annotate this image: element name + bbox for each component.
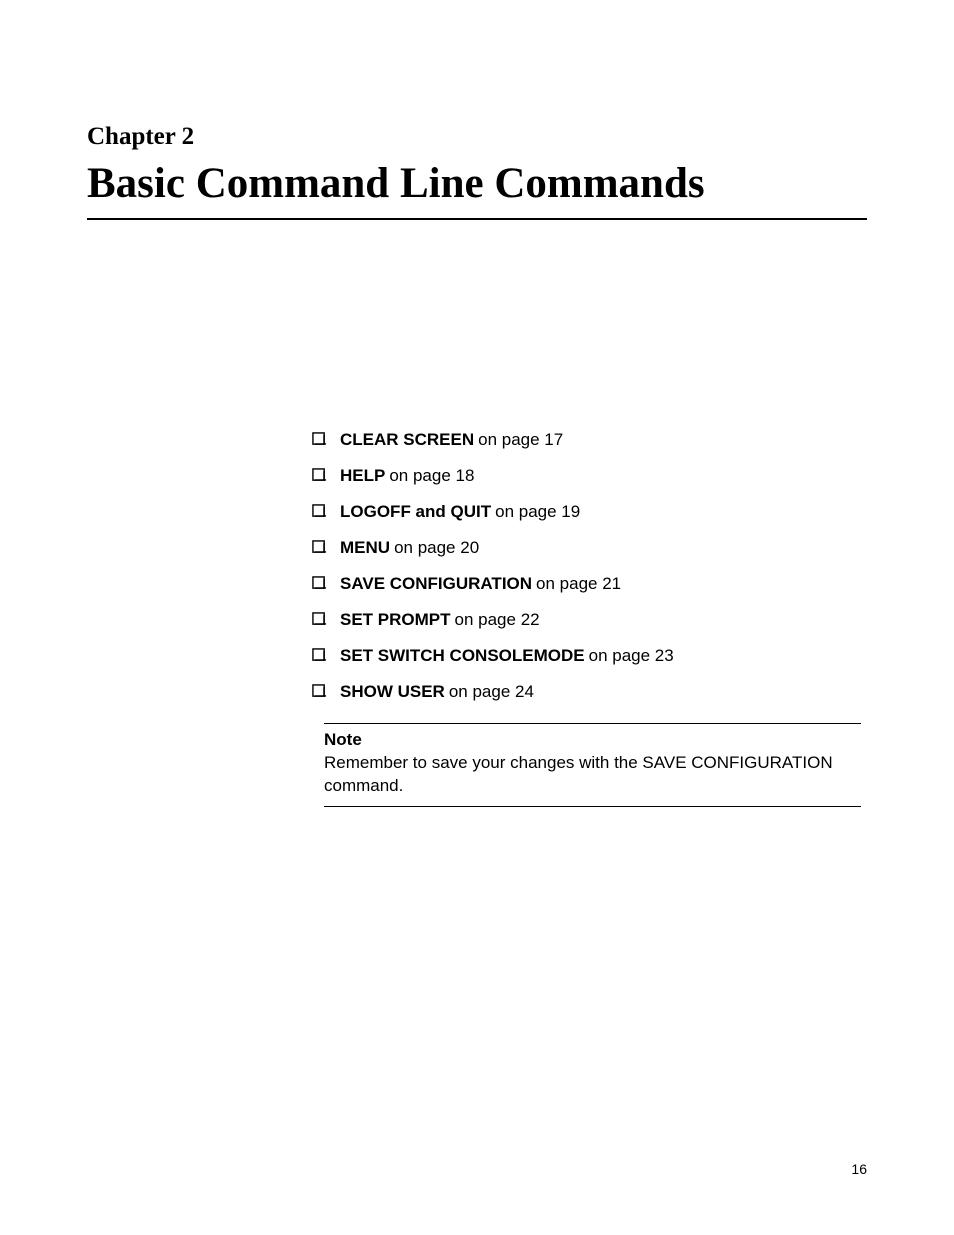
list-item: SAVE CONFIGURATIONon page 21: [312, 574, 867, 594]
page-number: 16: [851, 1161, 867, 1177]
chapter-label: Chapter 2: [87, 123, 867, 151]
checkbox-icon: [312, 504, 327, 519]
list-item: SHOW USERon page 24: [312, 682, 867, 702]
checkbox-icon: [312, 468, 327, 483]
list-item: CLEAR SCREENon page 17: [312, 430, 867, 450]
command-name: HELP: [340, 466, 385, 485]
checkbox-icon: [312, 648, 327, 663]
command-name: SET SWITCH CONSOLEMODE: [340, 646, 585, 665]
command-page: on page 17: [478, 430, 563, 449]
list-item: SET SWITCH CONSOLEMODEon page 23: [312, 646, 867, 666]
command-page: on page 21: [536, 574, 621, 593]
checkbox-icon: [312, 576, 327, 591]
list-item: SET PROMPTon page 22: [312, 610, 867, 630]
command-name: MENU: [340, 538, 390, 557]
command-name: SAVE CONFIGURATION: [340, 574, 532, 593]
page-container: Chapter 2 Basic Command Line Commands CL…: [0, 0, 954, 807]
command-page: on page 18: [389, 466, 474, 485]
command-name: LOGOFF and QUIT: [340, 502, 491, 521]
checkbox-icon: [312, 684, 327, 699]
note-body: Remember to save your changes with the S…: [324, 752, 861, 798]
list-item: LOGOFF and QUITon page 19: [312, 502, 867, 522]
command-name: SHOW USER: [340, 682, 445, 701]
list-item: MENUon page 20: [312, 538, 867, 558]
command-name: SET PROMPT: [340, 610, 451, 629]
note-heading: Note: [324, 730, 861, 750]
checkbox-icon: [312, 612, 327, 627]
command-page: on page 22: [455, 610, 540, 629]
list-item: HELPon page 18: [312, 466, 867, 486]
checkbox-icon: [312, 540, 327, 555]
command-page: on page 20: [394, 538, 479, 557]
note-block: Note Remember to save your changes with …: [324, 723, 861, 807]
command-list: CLEAR SCREENon page 17 HELPon page 18 LO…: [312, 430, 867, 702]
chapter-title: Basic Command Line Commands: [87, 159, 867, 220]
command-page: on page 19: [495, 502, 580, 521]
checkbox-icon: [312, 432, 327, 447]
command-page: on page 24: [449, 682, 534, 701]
command-page: on page 23: [589, 646, 674, 665]
command-name: CLEAR SCREEN: [340, 430, 474, 449]
